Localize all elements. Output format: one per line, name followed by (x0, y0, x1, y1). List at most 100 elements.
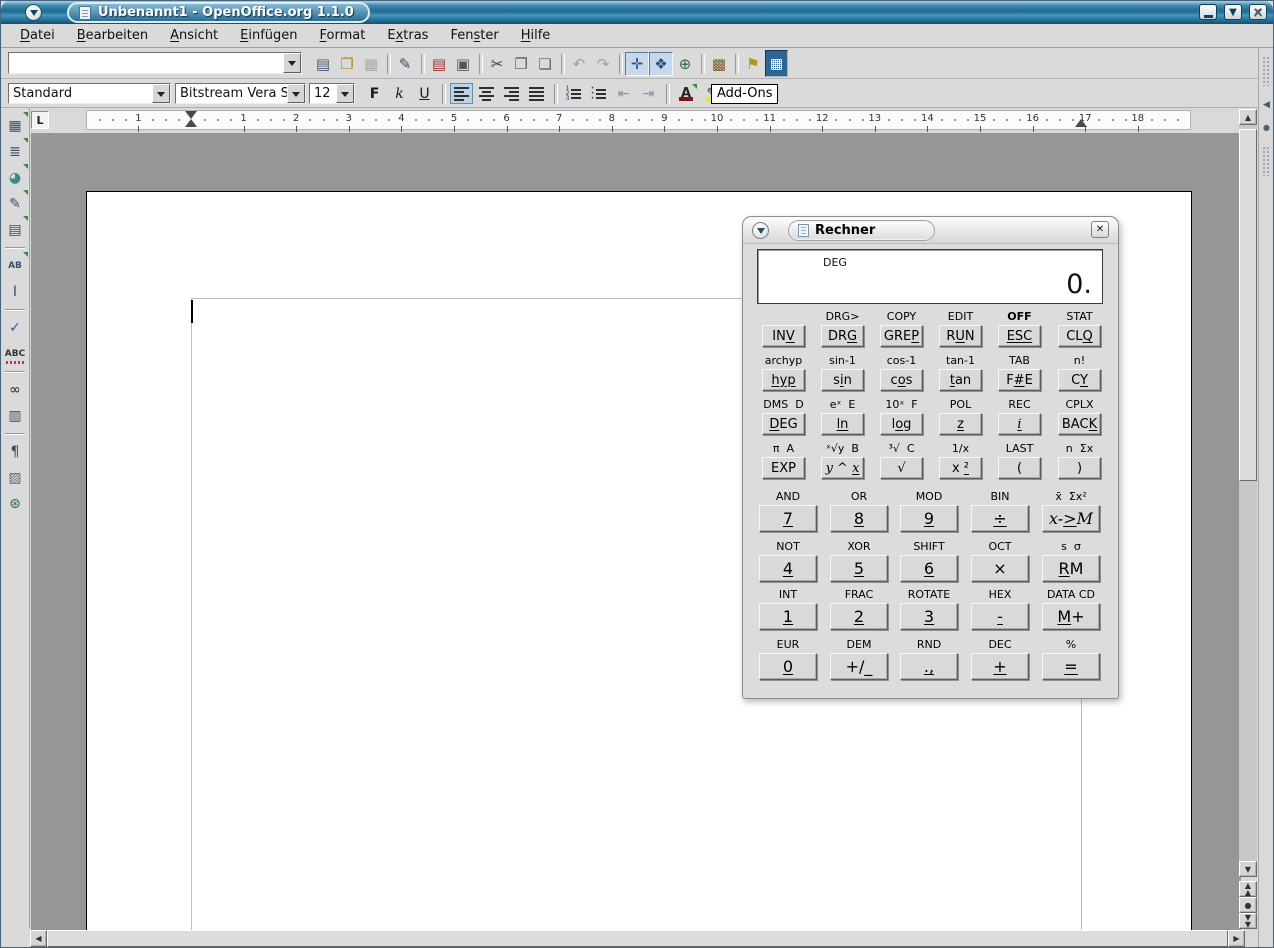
tab-type-selector[interactable]: L (31, 111, 49, 129)
calc-key-run[interactable]: RUN (939, 325, 982, 347)
font-size-value[interactable]: 12 (310, 84, 336, 103)
calc-key-key[interactable]: ( (998, 457, 1041, 479)
calc-key-key[interactable]: × (971, 555, 1029, 582)
calculator-close-button[interactable]: ✕ (1091, 221, 1109, 238)
calc-key-x-m[interactable]: x->M (1042, 505, 1100, 532)
print-file-icon[interactable]: ▣ (451, 52, 475, 76)
paragraph-style-combo[interactable]: Standard (8, 83, 171, 104)
horizontal-scroll-thumb[interactable] (47, 930, 1228, 947)
form-functions-icon[interactable]: ▤ (3, 218, 27, 242)
calc-key-inv[interactable]: INV (762, 325, 805, 347)
calculator-menu-button[interactable] (752, 222, 769, 239)
calc-key-log[interactable]: log (880, 413, 923, 435)
calc-key-ln[interactable]: ln (821, 413, 864, 435)
draw-functions-icon[interactable]: ✎ (3, 192, 27, 216)
spellcheck-icon[interactable]: ✓ (3, 316, 27, 340)
calc-key-key[interactable]: ) (1058, 457, 1101, 479)
insert-objects-icon[interactable]: ◕ (3, 166, 27, 190)
stylist-icon[interactable]: ❖ (649, 52, 673, 76)
hyperlink-icon[interactable]: ⊕ (673, 52, 697, 76)
calc-key-1[interactable]: 1 (759, 603, 817, 630)
save-icon[interactable]: ▦ (359, 52, 383, 76)
calc-key-9[interactable]: 9 (900, 505, 958, 532)
menu-ansicht[interactable]: Ansicht (159, 25, 229, 46)
calc-key-x[interactable]: x ² (939, 457, 982, 479)
font-name-value[interactable]: Bitstream Vera S (176, 84, 287, 103)
autotext-icon[interactable]: AB (3, 254, 27, 278)
calc-key-cy[interactable]: CY (1058, 369, 1101, 391)
edit-file-icon[interactable]: ✎ (393, 52, 417, 76)
bold-button[interactable]: F (363, 83, 386, 104)
calc-key-esc[interactable]: ESC (998, 325, 1041, 347)
calc-key-i[interactable]: i (998, 413, 1041, 435)
calc-key-key[interactable]: ÷ (971, 505, 1029, 532)
decrease-indent-button[interactable]: ⇤ (612, 83, 635, 104)
maximize-button[interactable]: ▼ (1224, 4, 1242, 20)
find-replace-icon[interactable]: ∞ (3, 378, 27, 402)
numbered-list-button[interactable]: 123 (562, 83, 585, 104)
navigation-button[interactable]: ● (1239, 897, 1257, 913)
right-indent-marker[interactable] (1075, 119, 1087, 127)
align-left-button[interactable] (450, 83, 473, 104)
online-layout-icon[interactable]: ⊛ (3, 492, 27, 516)
dock-splitter[interactable]: ◀ ● (1261, 56, 1272, 176)
export-pdf-icon[interactable]: ▤ (427, 52, 451, 76)
close-document-icon[interactable]: × (1252, 5, 1264, 21)
calc-key-key[interactable]: √ (880, 457, 923, 479)
scroll-up-button[interactable]: ▲ (1239, 109, 1257, 125)
window-menu-button[interactable] (25, 4, 42, 21)
calc-key-4[interactable]: 4 (759, 555, 817, 582)
undo-icon[interactable]: ↶ (567, 52, 591, 76)
direct-cursor-icon[interactable]: I (3, 280, 27, 304)
align-justify-button[interactable] (525, 83, 548, 104)
calc-key-f-e[interactable]: F#E (998, 369, 1041, 391)
next-page-button[interactable]: ▼▼ (1239, 913, 1257, 929)
calc-key-grep[interactable]: GREP (880, 325, 923, 347)
calc-key-m[interactable]: M+ (1042, 603, 1100, 630)
calc-key-key[interactable]: ., (900, 653, 958, 680)
calculator-title-pill[interactable]: Rechner (788, 220, 935, 241)
bullet-list-button[interactable]: ••• (587, 83, 610, 104)
url-combo-dropdown[interactable] (283, 53, 301, 73)
url-combo-value[interactable] (9, 53, 283, 73)
calc-key-tan[interactable]: tan (939, 369, 982, 391)
redo-icon[interactable]: ↷ (591, 52, 615, 76)
titlebar[interactable]: Unbenannt1 - OpenOffice.org 1.1.0 ▼✕ (1, 1, 1273, 24)
calc-key-0[interactable]: 0 (759, 653, 817, 680)
menu-datei[interactable]: Datei (9, 25, 66, 46)
calc-key-key[interactable]: + (971, 653, 1029, 680)
calc-key-5[interactable]: 5 (830, 555, 888, 582)
navigator-icon[interactable]: ✛ (625, 52, 649, 76)
calc-key-key[interactable]: +/_ (830, 653, 888, 680)
increase-indent-button[interactable]: ⇥ (637, 83, 660, 104)
calc-key-key[interactable]: = (1042, 653, 1100, 680)
new-document-icon[interactable]: ▤ (311, 52, 335, 76)
style-combo-dropdown[interactable] (152, 84, 170, 103)
copy-icon[interactable]: ❐ (509, 52, 533, 76)
open-icon[interactable]: ❒ (335, 52, 359, 76)
title-pill[interactable]: Unbenannt1 - OpenOffice.org 1.1.0 (67, 2, 370, 23)
minimize-button[interactable] (1199, 4, 1217, 20)
calc-key-rm[interactable]: RM (1042, 555, 1100, 582)
calc-key-3[interactable]: 3 (900, 603, 958, 630)
calc-key-8[interactable]: 8 (830, 505, 888, 532)
calc-key-drg[interactable]: DRG (821, 325, 864, 347)
paste-icon[interactable]: ❏ (533, 52, 557, 76)
scroll-down-button[interactable]: ▼ (1239, 861, 1257, 877)
vertical-scrollbar[interactable]: ▲▼▲▲●▼▼ (1239, 109, 1257, 930)
horizontal-scrollbar[interactable]: ◀▶ (30, 930, 1245, 947)
calc-key-hyp[interactable]: hyp (762, 369, 805, 391)
align-center-button[interactable] (475, 83, 498, 104)
scroll-right-button[interactable]: ▶ (1228, 930, 1245, 947)
calculator-addon-icon[interactable]: ▦ (765, 50, 788, 77)
left-indent-marker[interactable] (185, 119, 197, 127)
menu-extras[interactable]: Extras (376, 25, 439, 46)
menu-einf-gen[interactable]: Einfügen (229, 25, 308, 46)
data-sources-icon[interactable]: ▥ (3, 404, 27, 428)
calculator-titlebar[interactable]: Rechner ✕ (743, 217, 1118, 244)
font-combo-dropdown[interactable] (287, 84, 305, 103)
scroll-left-button[interactable]: ◀ (30, 930, 47, 947)
insert-fields-icon[interactable]: ≣ (3, 140, 27, 164)
menu-bearbeiten[interactable]: Bearbeiten (66, 25, 159, 46)
autospellcheck-icon[interactable]: ABC (3, 342, 27, 366)
